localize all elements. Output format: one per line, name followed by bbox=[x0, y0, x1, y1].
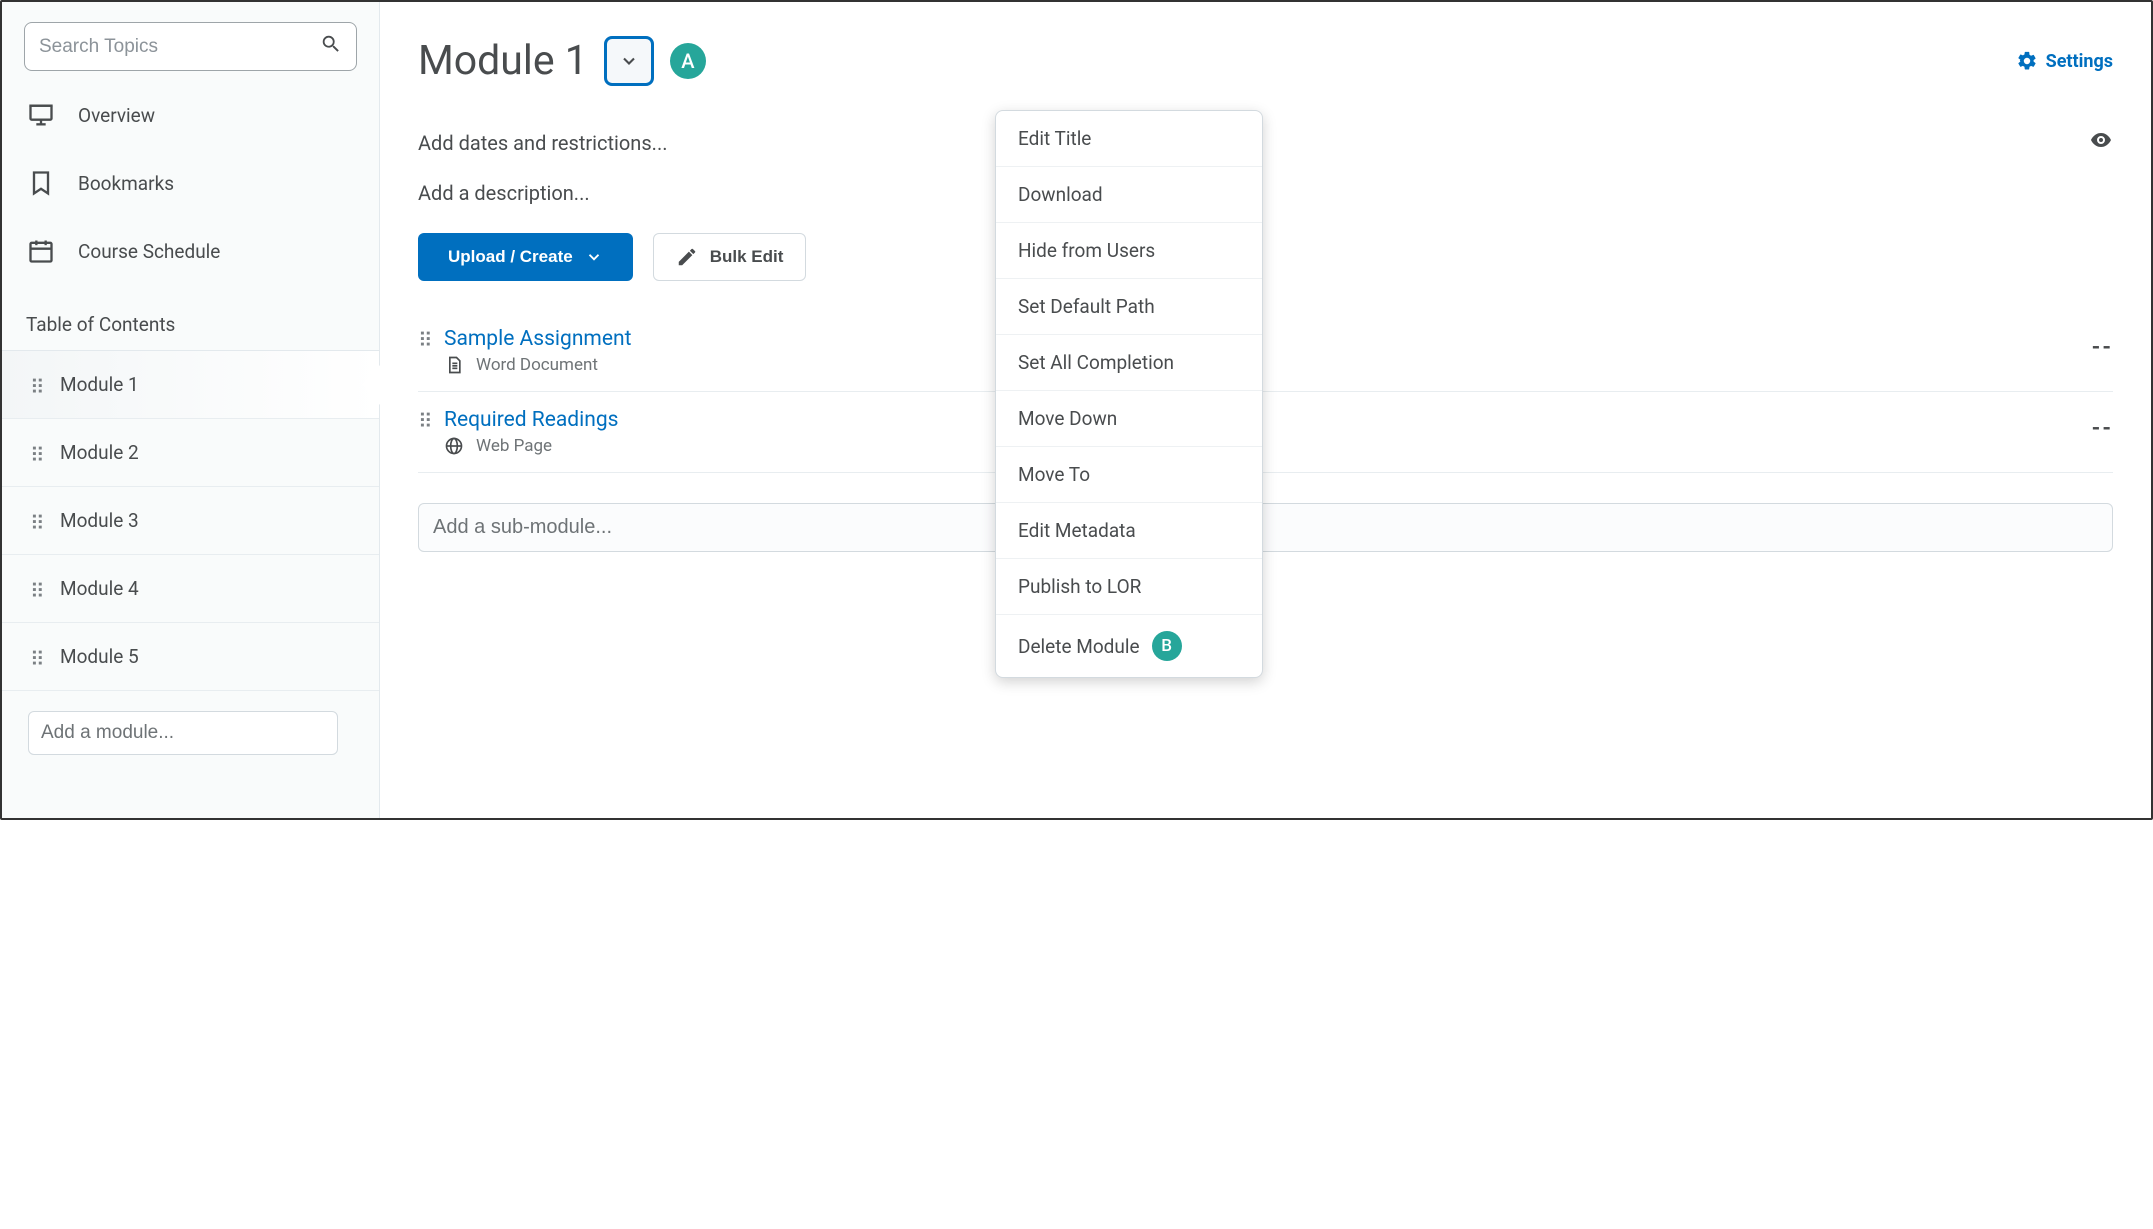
menu-label: Publish to LOR bbox=[1018, 575, 1141, 598]
nav-schedule[interactable]: Course Schedule bbox=[2, 217, 379, 285]
menu-label: Edit Metadata bbox=[1018, 519, 1136, 542]
page-title: Module 1 bbox=[418, 37, 588, 85]
drag-handle-icon[interactable] bbox=[30, 376, 42, 394]
callout-badge-a: A bbox=[670, 43, 706, 79]
search-icon[interactable] bbox=[320, 33, 342, 60]
drag-handle-icon[interactable] bbox=[418, 412, 430, 430]
content-type-label: Word Document bbox=[476, 355, 598, 375]
content-item: Required Readings Web Page -- bbox=[418, 392, 2113, 473]
bookmark-icon bbox=[26, 169, 56, 197]
module-actions-menu: Edit Title Download Hide from Users Set … bbox=[995, 110, 1263, 678]
content-type: Word Document bbox=[444, 355, 631, 375]
menu-label: Set All Completion bbox=[1018, 351, 1174, 374]
toc-item-module-4[interactable]: Module 4 bbox=[2, 555, 379, 623]
menu-move-down[interactable]: Move Down bbox=[996, 391, 1262, 447]
content-title-col: Sample Assignment Word Document bbox=[444, 327, 631, 375]
content-status: -- bbox=[2092, 408, 2113, 441]
content-item: Sample Assignment Word Document -- bbox=[418, 311, 2113, 392]
toc-item-module-3[interactable]: Module 3 bbox=[2, 487, 379, 555]
search-container bbox=[2, 22, 379, 81]
menu-label: Set Default Path bbox=[1018, 295, 1155, 318]
add-submodule-input[interactable] bbox=[418, 503, 2113, 552]
nav-label: Overview bbox=[78, 104, 155, 127]
chevron-down-icon bbox=[619, 51, 639, 71]
toc-item-label: Module 2 bbox=[60, 441, 139, 464]
toc-item-module-5[interactable]: Module 5 bbox=[2, 623, 379, 691]
add-module-input[interactable] bbox=[28, 711, 338, 755]
search-input[interactable] bbox=[39, 36, 320, 58]
menu-label: Download bbox=[1018, 183, 1103, 206]
drag-handle-icon[interactable] bbox=[30, 648, 42, 666]
content-list: Sample Assignment Word Document -- Requi… bbox=[418, 311, 2113, 473]
content-type-label: Web Page bbox=[476, 436, 552, 456]
toc-item-label: Module 3 bbox=[60, 509, 139, 532]
content-status: -- bbox=[2092, 327, 2113, 360]
nav-label: Bookmarks bbox=[78, 172, 174, 195]
document-icon bbox=[444, 355, 464, 375]
sidebar: Overview Bookmarks Course Schedule Table… bbox=[2, 2, 380, 818]
settings-label: Settings bbox=[2046, 51, 2113, 72]
edit-icon bbox=[676, 246, 698, 268]
header-row: Module 1 A Settings bbox=[418, 36, 2113, 86]
dates-text[interactable]: Add dates and restrictions... bbox=[418, 131, 668, 155]
gear-icon bbox=[2016, 50, 2038, 72]
visibility-icon[interactable] bbox=[2089, 128, 2113, 157]
app-frame: Overview Bookmarks Course Schedule Table… bbox=[0, 0, 2153, 820]
calendar-icon bbox=[26, 237, 56, 265]
title-row: Module 1 A bbox=[418, 36, 706, 86]
drag-handle-icon[interactable] bbox=[30, 444, 42, 462]
menu-publish-to-lor[interactable]: Publish to LOR bbox=[996, 559, 1262, 615]
menu-label: Move To bbox=[1018, 463, 1090, 486]
content-item-left: Sample Assignment Word Document bbox=[418, 327, 631, 375]
settings-link[interactable]: Settings bbox=[2016, 50, 2113, 72]
menu-label: Move Down bbox=[1018, 407, 1117, 430]
nav-label: Course Schedule bbox=[78, 240, 220, 263]
content-type: Web Page bbox=[444, 436, 618, 456]
nav-bookmarks[interactable]: Bookmarks bbox=[2, 149, 379, 217]
toc-item-label: Module 4 bbox=[60, 577, 139, 600]
menu-label: Hide from Users bbox=[1018, 239, 1155, 262]
presentation-icon bbox=[26, 101, 56, 129]
menu-set-all-completion[interactable]: Set All Completion bbox=[996, 335, 1262, 391]
content-item-left: Required Readings Web Page bbox=[418, 408, 618, 456]
bulk-edit-button[interactable]: Bulk Edit bbox=[653, 233, 807, 281]
dates-row: Add dates and restrictions... bbox=[418, 128, 2113, 157]
upload-create-button[interactable]: Upload / Create bbox=[418, 233, 633, 281]
toc-item-label: Module 5 bbox=[60, 645, 139, 668]
main-content: Module 1 A Settings Add dates and restri… bbox=[380, 2, 2151, 818]
menu-set-default-path[interactable]: Set Default Path bbox=[996, 279, 1262, 335]
content-title-col: Required Readings Web Page bbox=[444, 408, 618, 456]
menu-edit-metadata[interactable]: Edit Metadata bbox=[996, 503, 1262, 559]
action-row: Upload / Create Bulk Edit bbox=[418, 233, 2113, 281]
menu-move-to[interactable]: Move To bbox=[996, 447, 1262, 503]
nav-overview[interactable]: Overview bbox=[2, 81, 379, 149]
button-label: Bulk Edit bbox=[710, 247, 784, 267]
callout-badge-b: B bbox=[1152, 631, 1182, 661]
toc-item-module-1[interactable]: Module 1 bbox=[2, 351, 379, 419]
menu-hide-from-users[interactable]: Hide from Users bbox=[996, 223, 1262, 279]
drag-handle-icon[interactable] bbox=[30, 580, 42, 598]
description-text[interactable]: Add a description... bbox=[418, 181, 2113, 205]
menu-download[interactable]: Download bbox=[996, 167, 1262, 223]
menu-label: Delete Module bbox=[1018, 635, 1140, 658]
content-title-link[interactable]: Sample Assignment bbox=[444, 327, 631, 351]
menu-edit-title[interactable]: Edit Title bbox=[996, 111, 1262, 167]
button-label: Upload / Create bbox=[448, 247, 573, 267]
menu-label: Edit Title bbox=[1018, 127, 1091, 150]
chevron-down-icon bbox=[585, 248, 603, 266]
search-box[interactable] bbox=[24, 22, 357, 71]
toc-item-label: Module 1 bbox=[60, 373, 139, 396]
drag-handle-icon[interactable] bbox=[418, 331, 430, 349]
toc-header[interactable]: Table of Contents bbox=[2, 285, 379, 351]
module-actions-dropdown-toggle[interactable] bbox=[604, 36, 654, 86]
menu-delete-module[interactable]: Delete Module B bbox=[996, 615, 1262, 677]
drag-handle-icon[interactable] bbox=[30, 512, 42, 530]
globe-icon bbox=[444, 436, 464, 456]
content-title-link[interactable]: Required Readings bbox=[444, 408, 618, 432]
toc-item-module-2[interactable]: Module 2 bbox=[2, 419, 379, 487]
add-submodule-container bbox=[418, 503, 2113, 552]
add-module-container bbox=[2, 691, 379, 765]
